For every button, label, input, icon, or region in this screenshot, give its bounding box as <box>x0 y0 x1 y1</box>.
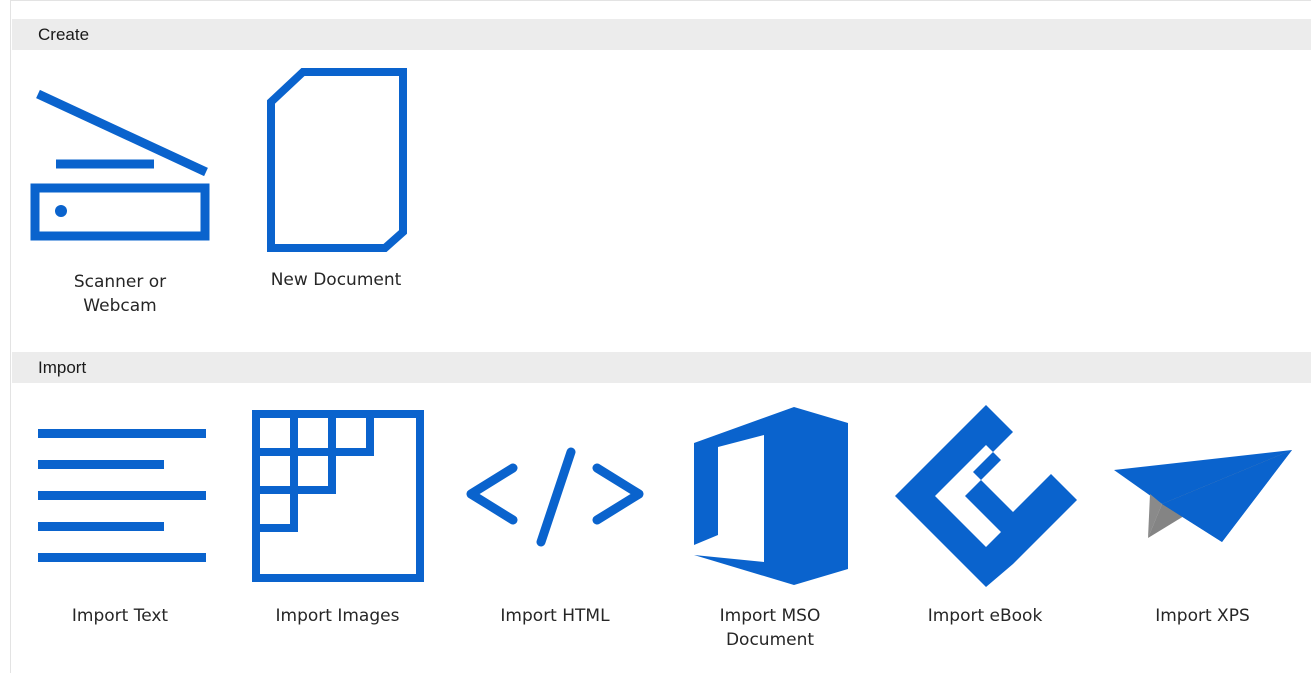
text-lines-icon <box>38 429 206 562</box>
paper-plane-icon <box>1114 450 1292 542</box>
import-section-header: Import <box>12 352 1311 383</box>
left-divider <box>10 0 11 673</box>
new-document-button[interactable]: New Document <box>245 62 427 327</box>
image-grid-icon <box>252 410 424 582</box>
html-code-icon <box>466 447 644 547</box>
new-document-label: New Document <box>270 270 402 290</box>
import-images-label: Import Images <box>275 606 400 626</box>
import-images-button[interactable]: Import Images <box>235 400 440 665</box>
new-document-icon <box>267 68 407 252</box>
import-mso-document-button[interactable]: Import MSO Document <box>670 400 870 665</box>
scanner-or-webcam-label: Scanner or Webcam <box>73 272 167 316</box>
ebook-icon <box>895 405 1077 587</box>
create-section-header: Create <box>12 19 1311 50</box>
import-text-label: Import Text <box>71 606 169 626</box>
top-divider <box>10 0 1311 1</box>
import-ebook-button[interactable]: Import eBook <box>885 400 1085 665</box>
page: Create Scanner or Webcam New Document Im… <box>0 0 1311 673</box>
office-logo-icon <box>694 407 848 585</box>
import-xps-button[interactable]: Import XPS <box>1100 400 1305 665</box>
import-mso-document-label: Import MSO Document <box>719 606 821 650</box>
import-text-button[interactable]: Import Text <box>20 400 220 665</box>
import-html-button[interactable]: Import HTML <box>455 400 655 665</box>
import-xps-label: Import XPS <box>1155 606 1250 626</box>
import-ebook-label: Import eBook <box>927 606 1043 626</box>
scanner-or-webcam-button[interactable]: Scanner or Webcam <box>20 62 220 327</box>
import-html-label: Import HTML <box>500 606 610 626</box>
scanner-icon <box>30 89 210 241</box>
